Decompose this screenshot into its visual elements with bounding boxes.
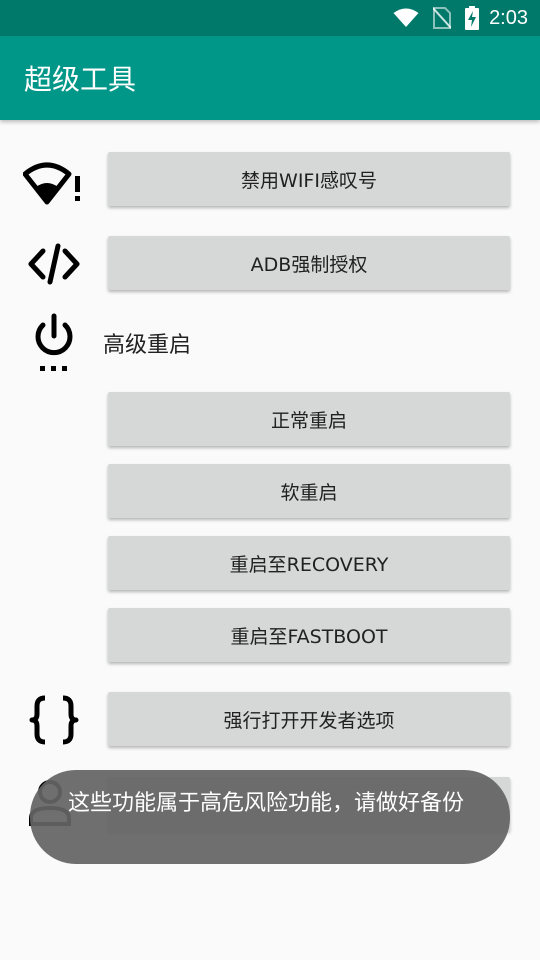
toast-message: 这些功能属于高危风险功能，请做好备份: [68, 791, 465, 816]
disable-wifi-exclamation-button[interactable]: 禁用WIFI感叹号: [108, 152, 510, 206]
wifi-icon: [393, 8, 419, 28]
power-settings-icon: [22, 312, 86, 376]
app-title: 超级工具: [24, 63, 137, 96]
adb-force-auth-button[interactable]: ADB强制授权: [108, 236, 510, 290]
code-icon: [22, 232, 86, 296]
status-time: 2:03: [489, 6, 528, 29]
normal-reboot-button[interactable]: 正常重启: [108, 392, 510, 446]
wifi-alert-icon: [22, 148, 86, 212]
battery-charging-icon: [465, 6, 480, 30]
reboot-recovery-button[interactable]: 重启至RECOVERY: [108, 536, 510, 590]
warning-toast: 这些功能属于高危风险功能，请做好备份: [30, 770, 510, 864]
force-developer-options-button[interactable]: 强行打开开发者选项: [108, 692, 510, 746]
app-bar: 超级工具: [0, 36, 540, 120]
advanced-reboot-title: 高级重启: [103, 333, 192, 358]
braces-icon: [22, 688, 86, 752]
no-sim-icon: [433, 7, 452, 29]
reboot-fastboot-button[interactable]: 重启至FASTBOOT: [108, 608, 510, 662]
soft-reboot-button[interactable]: 软重启: [108, 464, 510, 518]
status-bar: 2:03: [0, 0, 540, 36]
